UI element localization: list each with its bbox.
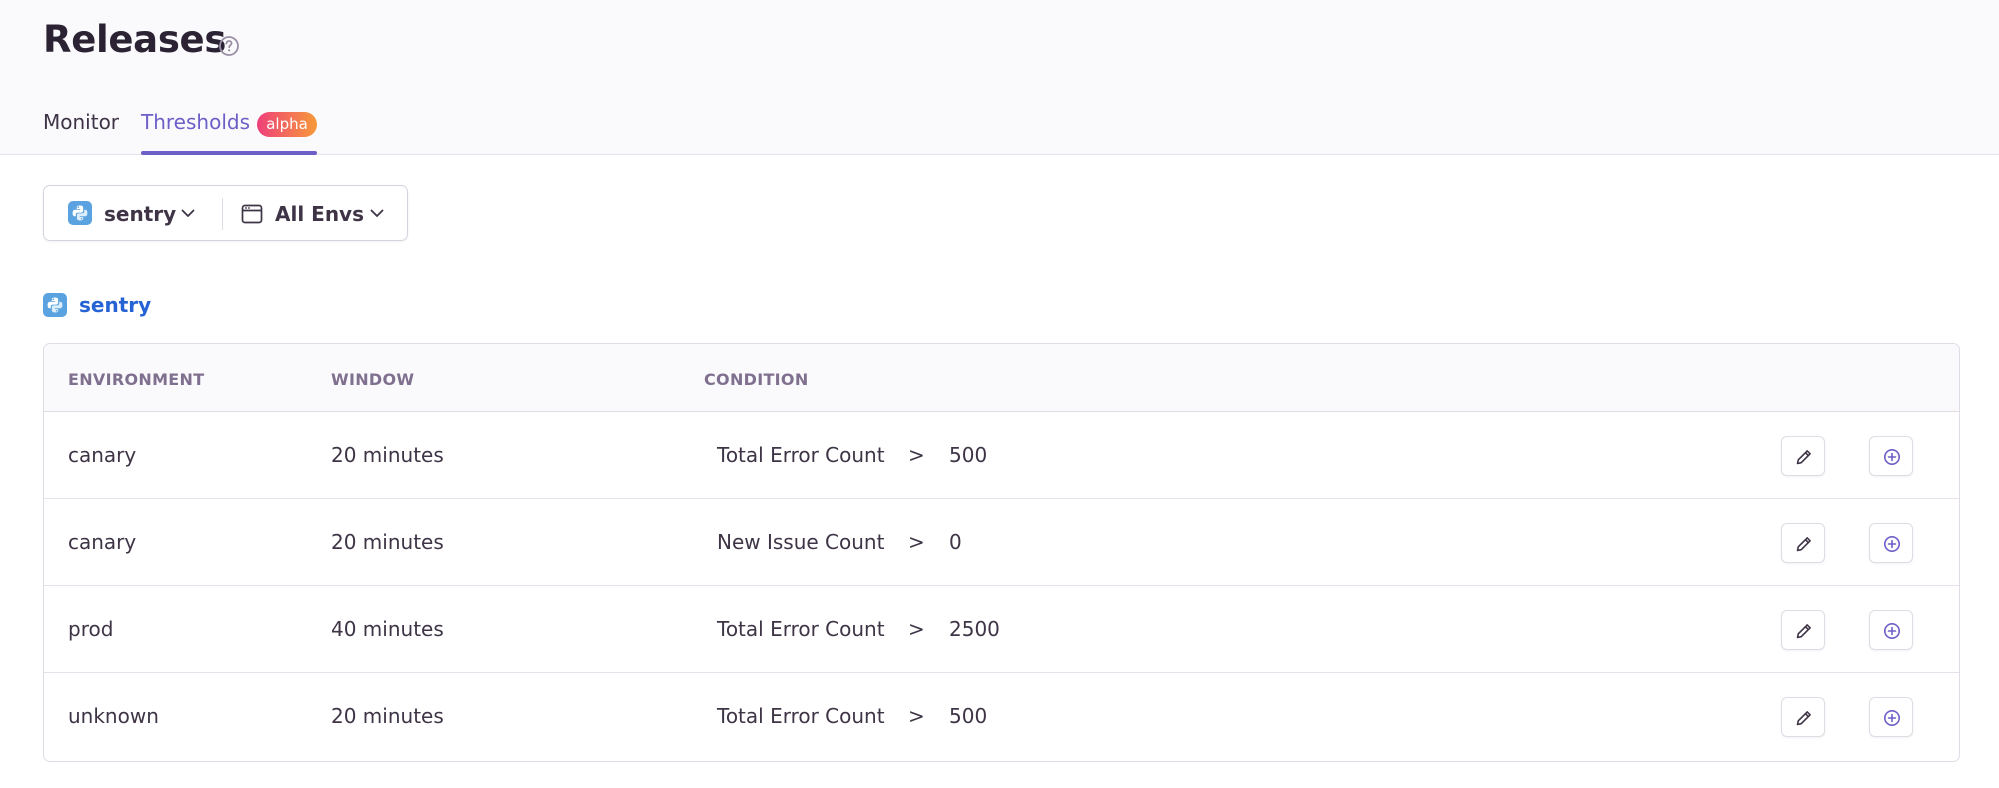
condition-metric: Total Error Count — [717, 443, 885, 467]
page-header: Releases Monitor Thresholds alpha — [0, 0, 1999, 155]
window-cell: 20 minutes — [331, 530, 444, 554]
table-row: canary 20 minutes Total Error Count > 50… — [44, 412, 1959, 499]
table-row: unknown 20 minutes Total Error Count > 5… — [44, 673, 1959, 760]
table-header: ENVIRONMENT WINDOW CONDITION — [44, 344, 1959, 412]
python-icon — [68, 201, 92, 225]
column-header-window: WINDOW — [331, 370, 415, 389]
filter-bar: sentry All Envs — [43, 185, 408, 241]
window-cell: 20 minutes — [331, 443, 444, 467]
condition-metric: Total Error Count — [717, 704, 885, 728]
active-tab-indicator — [141, 151, 317, 155]
condition-value: 2500 — [949, 617, 1000, 641]
condition-value: 0 — [949, 530, 962, 554]
table-row: prod 40 minutes Total Error Count > 2500 — [44, 586, 1959, 673]
tab-monitor[interactable]: Monitor — [43, 110, 119, 134]
condition-value: 500 — [949, 443, 988, 467]
add-threshold-button[interactable] — [1869, 436, 1913, 476]
environment-selector-label: All Envs — [275, 202, 364, 226]
condition-operator: > — [908, 530, 925, 554]
environment-cell: canary — [68, 530, 137, 554]
edit-threshold-button[interactable] — [1781, 610, 1825, 650]
edit-threshold-button[interactable] — [1781, 436, 1825, 476]
condition-operator: > — [908, 704, 925, 728]
environment-cell: canary — [68, 443, 137, 467]
window-cell: 40 minutes — [331, 617, 444, 641]
tab-thresholds[interactable]: Thresholds — [141, 110, 250, 134]
page-title: Releases — [43, 18, 227, 61]
table-row: canary 20 minutes New Issue Count > 0 — [44, 499, 1959, 586]
column-header-condition: CONDITION — [704, 370, 809, 389]
question-circle-icon[interactable] — [218, 35, 240, 57]
chevron-down-icon — [369, 205, 385, 225]
edit-threshold-button[interactable] — [1781, 697, 1825, 737]
environment-cell: prod — [68, 617, 114, 641]
alpha-badge: alpha — [257, 112, 317, 137]
add-threshold-button[interactable] — [1869, 610, 1913, 650]
condition-operator: > — [908, 617, 925, 641]
edit-threshold-button[interactable] — [1781, 523, 1825, 563]
window-icon — [241, 203, 263, 229]
environment-cell: unknown — [68, 704, 159, 728]
project-link[interactable]: sentry — [79, 293, 151, 317]
window-cell: 20 minutes — [331, 704, 444, 728]
project-selector-label: sentry — [104, 202, 177, 226]
python-icon — [43, 293, 67, 317]
condition-operator: > — [908, 443, 925, 467]
add-threshold-button[interactable] — [1869, 523, 1913, 563]
chevron-down-icon — [180, 205, 196, 225]
add-threshold-button[interactable] — [1869, 697, 1913, 737]
thresholds-table: ENVIRONMENT WINDOW CONDITION canary 20 m… — [43, 343, 1960, 762]
condition-metric: New Issue Count — [717, 530, 885, 554]
condition-metric: Total Error Count — [717, 617, 885, 641]
column-header-environment: ENVIRONMENT — [68, 370, 205, 389]
condition-value: 500 — [949, 704, 988, 728]
project-selector[interactable]: sentry — [44, 186, 222, 240]
environment-selector[interactable]: All Envs — [223, 186, 408, 240]
